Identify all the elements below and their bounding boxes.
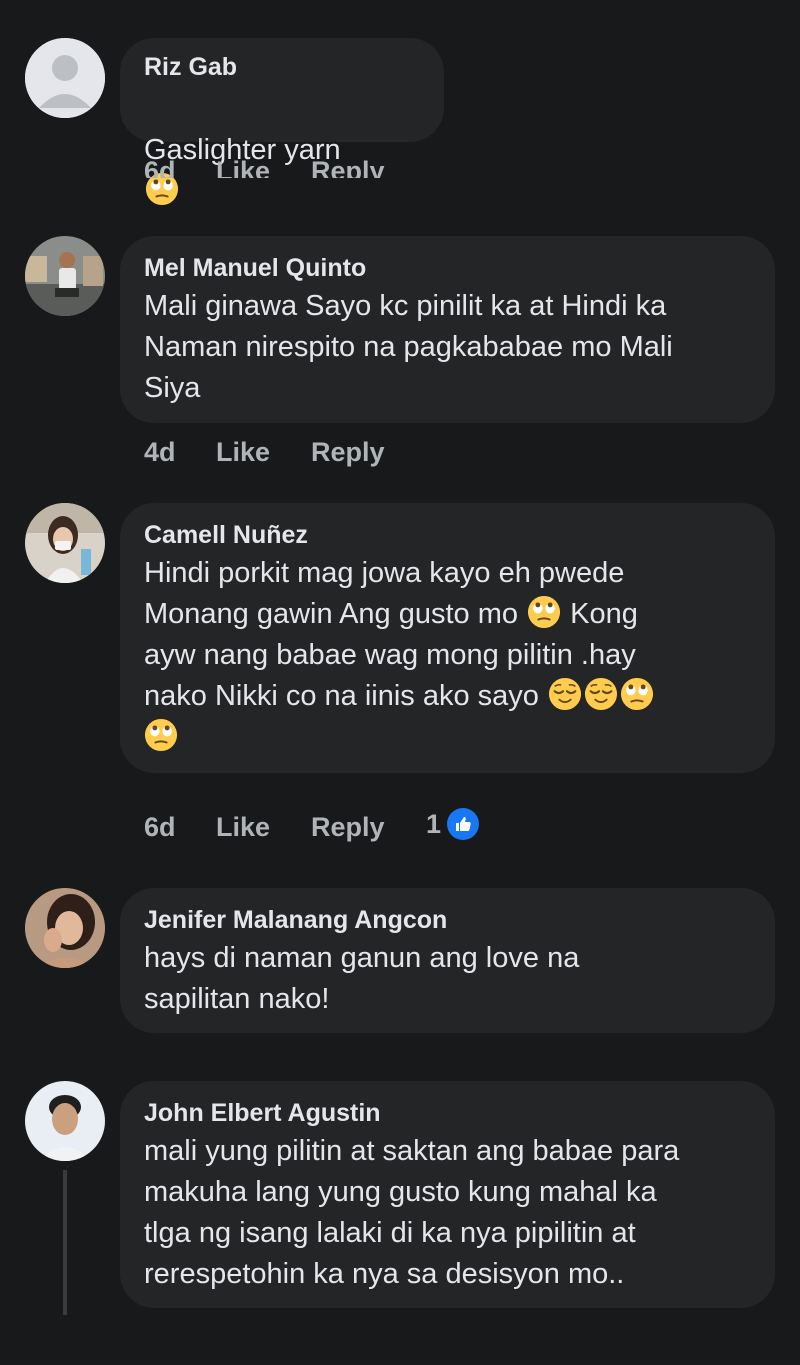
profile-photo bbox=[25, 503, 105, 583]
comment-text: hays di naman ganun ang love na sapilita… bbox=[144, 942, 580, 1015]
comment-text: Mali ginawa Sayo kc pinilit ka at Hindi … bbox=[144, 290, 673, 404]
reply-link[interactable]: Reply bbox=[311, 156, 385, 178]
default-avatar-icon bbox=[25, 38, 105, 118]
comment-text: mali yung pilitin at saktan ang babae pa… bbox=[144, 1135, 680, 1290]
like-link[interactable]: Like bbox=[216, 156, 270, 178]
reply-thread-line bbox=[63, 1170, 67, 1315]
comment-text-line: Hindi porkit mag jowa kayo eh pwede bbox=[144, 557, 625, 589]
like-link[interactable]: Like bbox=[216, 437, 270, 468]
comment-time[interactable]: 6d bbox=[144, 156, 176, 178]
face-with-rolling-eyes-icon bbox=[620, 677, 654, 711]
comment-bubble: Camell Nuñez Hindi porkit mag jowa kayo … bbox=[120, 503, 775, 773]
profile-photo bbox=[25, 236, 105, 316]
reply-link[interactable]: Reply bbox=[311, 437, 385, 468]
like-link[interactable]: Like bbox=[216, 812, 270, 843]
comment-author[interactable]: Jenifer Malanang Angcon bbox=[144, 904, 751, 936]
comment-time[interactable]: 4d bbox=[144, 437, 176, 468]
comment-author[interactable]: Mel Manuel Quinto bbox=[144, 252, 751, 284]
relieved-face-icon bbox=[548, 677, 582, 711]
comment-author[interactable]: Riz Gab bbox=[144, 51, 420, 83]
face-with-rolling-eyes-icon bbox=[144, 718, 178, 752]
avatar[interactable] bbox=[25, 38, 105, 118]
comment-bubble: Mel Manuel Quinto Mali ginawa Sayo kc pi… bbox=[120, 236, 775, 423]
profile-photo bbox=[25, 888, 105, 968]
comment-bubble: John Elbert Agustin mali yung pilitin at… bbox=[120, 1081, 775, 1308]
profile-photo bbox=[25, 1081, 105, 1161]
reaction-count[interactable]: 1 bbox=[426, 808, 480, 840]
comment-text-line: Monang gawin Ang gusto mo bbox=[144, 598, 519, 630]
comment-bubble: Riz Gab Gaslighter yarn bbox=[120, 38, 444, 142]
comment-actions: 6d Like Reply bbox=[144, 150, 444, 178]
comment-text-line: ayw nang babae wag mong pilitin .hay bbox=[144, 639, 636, 671]
avatar[interactable] bbox=[25, 503, 105, 583]
avatar[interactable] bbox=[25, 888, 105, 968]
avatar[interactable] bbox=[25, 236, 105, 316]
thumbs-up-icon bbox=[447, 808, 480, 840]
reaction-count-number: 1 bbox=[426, 808, 442, 839]
comment-text-line: Kong bbox=[570, 598, 638, 630]
relieved-face-icon bbox=[584, 677, 618, 711]
comment-author[interactable]: John Elbert Agustin bbox=[144, 1097, 751, 1129]
reply-link[interactable]: Reply bbox=[311, 812, 385, 843]
comment-text-line: nako Nikki co na iinis ako sayo bbox=[144, 680, 539, 712]
avatar[interactable] bbox=[25, 1081, 105, 1161]
comment-bubble: Jenifer Malanang Angcon hays di naman ga… bbox=[120, 888, 775, 1033]
comment-time[interactable]: 6d bbox=[144, 812, 176, 843]
face-with-rolling-eyes-icon bbox=[527, 595, 561, 629]
comment-author[interactable]: Camell Nuñez bbox=[144, 519, 751, 551]
